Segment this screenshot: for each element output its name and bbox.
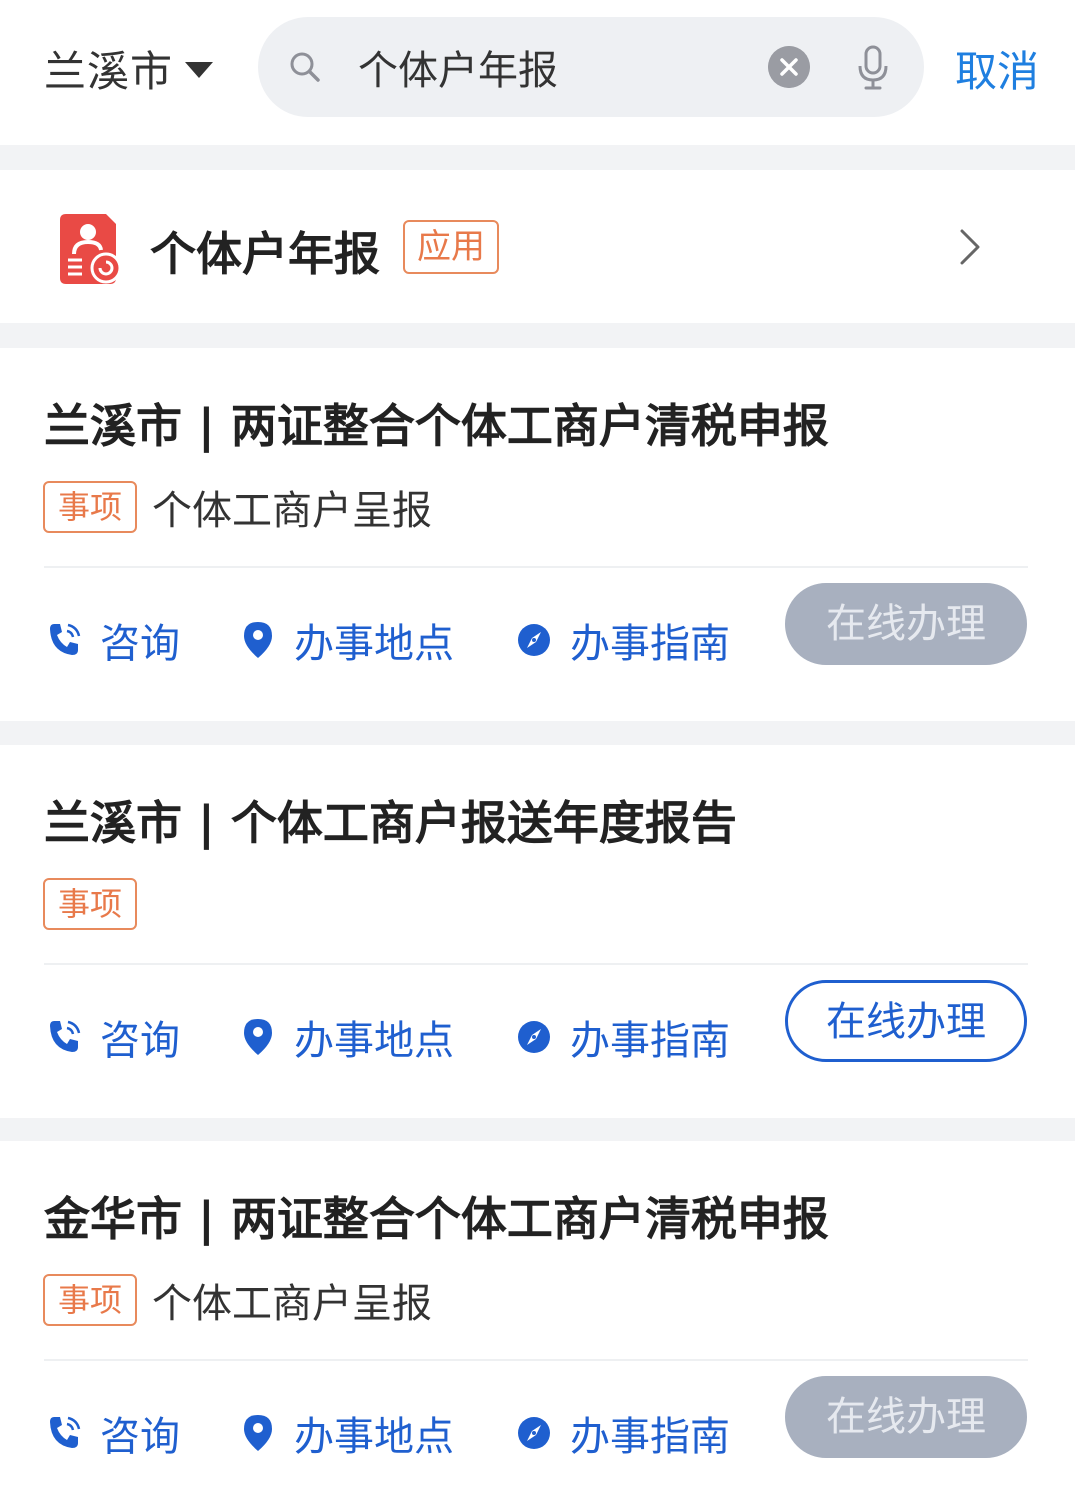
clear-icon[interactable] xyxy=(768,46,810,88)
app-result-card[interactable]: 个体户年报 应用 xyxy=(0,170,1075,323)
location-action[interactable]: 办事地点 xyxy=(240,1007,454,1067)
cancel-button[interactable]: 取消 xyxy=(955,38,1039,99)
item-tag: 事项 xyxy=(43,878,137,930)
microphone-icon[interactable] xyxy=(856,45,890,91)
result-title[interactable]: 兰溪市 | 个体工商户报送年度报告 xyxy=(44,787,737,853)
app-title: 个体户年报 xyxy=(150,227,380,281)
city-label: 兰溪市 xyxy=(44,46,174,96)
phone-icon xyxy=(50,1020,81,1052)
result-title[interactable]: 金华市 | 两证整合个体工商户清税申报 xyxy=(44,1183,829,1249)
item-tag: 事项 xyxy=(43,1274,137,1326)
result-subtitle: 个体工商户呈报 xyxy=(152,1281,432,1327)
compass-icon xyxy=(518,1021,550,1053)
result-card: 兰溪市 | 个体工商户报送年度报告 事项 咨询 办事地点 办事指南 在线办理 xyxy=(0,745,1075,1118)
result-subtitle: 个体工商户呈报 xyxy=(152,488,432,534)
phone-icon xyxy=(50,1416,81,1448)
guide-label: 办事指南 xyxy=(570,621,730,667)
item-tag: 事项 xyxy=(43,481,137,533)
search-box[interactable] xyxy=(258,17,924,117)
phone-icon xyxy=(50,623,81,655)
search-icon xyxy=(290,52,320,82)
guide-action[interactable]: 办事指南 xyxy=(516,1403,730,1463)
chevron-right-icon[interactable] xyxy=(958,227,982,267)
search-input[interactable] xyxy=(358,39,758,95)
location-label: 办事地点 xyxy=(294,621,454,667)
location-action[interactable]: 办事地点 xyxy=(240,610,454,670)
online-process-button[interactable]: 在线办理 xyxy=(785,980,1027,1062)
result-title[interactable]: 兰溪市 | 两证整合个体工商户清税申报 xyxy=(44,390,829,456)
online-process-button[interactable]: 在线办理 xyxy=(785,583,1027,665)
chevron-down-icon xyxy=(185,62,214,78)
location-pin-icon xyxy=(244,1019,272,1055)
consult-label: 咨询 xyxy=(100,1018,180,1064)
app-user-icon xyxy=(60,214,122,284)
consult-action[interactable]: 咨询 xyxy=(46,1007,180,1067)
result-card: 兰溪市 | 两证整合个体工商户清税申报 事项 个体工商户呈报 咨询 办事地点 办… xyxy=(0,348,1075,721)
location-label: 办事地点 xyxy=(294,1414,454,1460)
location-pin-icon xyxy=(244,622,272,658)
divider xyxy=(44,963,1028,965)
search-header: 兰溪市 取消 xyxy=(0,0,1075,145)
location-action[interactable]: 办事地点 xyxy=(240,1403,454,1463)
app-badge: 应用 xyxy=(403,220,499,274)
divider xyxy=(44,566,1028,568)
guide-action[interactable]: 办事指南 xyxy=(516,1007,730,1067)
location-pin-icon xyxy=(244,1415,272,1451)
compass-icon xyxy=(518,624,550,656)
consult-action[interactable]: 咨询 xyxy=(46,1403,180,1463)
guide-action[interactable]: 办事指南 xyxy=(516,610,730,670)
result-card: 金华市 | 两证整合个体工商户清税申报 事项 个体工商户呈报 咨询 办事地点 办… xyxy=(0,1141,1075,1506)
guide-label: 办事指南 xyxy=(570,1018,730,1064)
city-selector[interactable]: 兰溪市 xyxy=(44,40,214,96)
divider xyxy=(44,1359,1028,1361)
consult-action[interactable]: 咨询 xyxy=(46,610,180,670)
online-process-button[interactable]: 在线办理 xyxy=(785,1376,1027,1458)
consult-label: 咨询 xyxy=(100,621,180,667)
compass-icon xyxy=(518,1417,550,1449)
location-label: 办事地点 xyxy=(294,1018,454,1064)
guide-label: 办事指南 xyxy=(570,1414,730,1460)
consult-label: 咨询 xyxy=(100,1414,180,1460)
